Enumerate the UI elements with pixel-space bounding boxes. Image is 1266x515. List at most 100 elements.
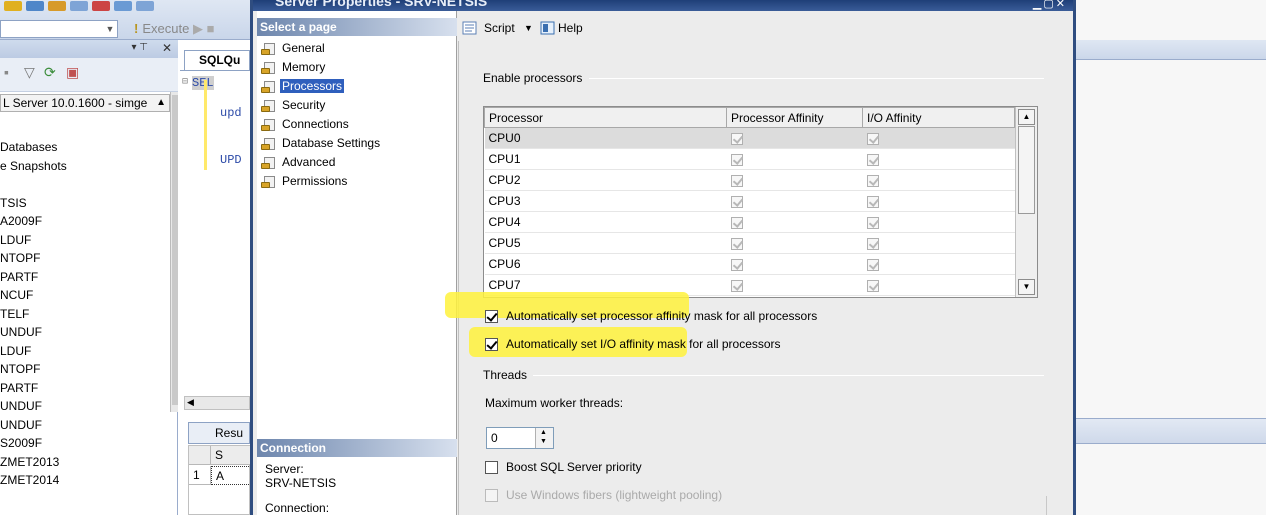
io-affinity-cell[interactable] bbox=[862, 211, 1015, 233]
processor-row[interactable]: CPU4 bbox=[484, 211, 1015, 233]
spinner-buttons[interactable]: ▲ ▼ bbox=[535, 428, 553, 448]
page-item-security[interactable]: Security bbox=[261, 96, 327, 114]
report-icon[interactable] bbox=[136, 1, 154, 11]
page-item-database-settings[interactable]: Database Settings bbox=[261, 134, 382, 152]
io-affinity-checkbox[interactable] bbox=[866, 132, 879, 145]
window-controls[interactable]: ▁▢✕ bbox=[1033, 0, 1067, 10]
page-item-advanced[interactable]: Advanced bbox=[261, 153, 337, 171]
io-affinity-cell[interactable] bbox=[862, 169, 1015, 191]
scrollbar-thumb[interactable] bbox=[172, 95, 178, 405]
boost-priority-option[interactable]: Boost SQL Server priority bbox=[485, 459, 642, 475]
server-node[interactable]: L Server 10.0.1600 - simge ▲ bbox=[0, 94, 170, 112]
column-header[interactable]: Processor Affinity bbox=[726, 107, 863, 128]
tree-node[interactable]: PARTF bbox=[0, 379, 170, 397]
processor-affinity-checkbox[interactable] bbox=[730, 174, 743, 187]
scrollbar-thumb[interactable] bbox=[1018, 126, 1035, 214]
save-icon[interactable] bbox=[70, 1, 88, 11]
tree-node[interactable]: LDUF bbox=[0, 231, 170, 249]
column-header[interactable]: Processor bbox=[484, 107, 727, 128]
processor-affinity-checkbox[interactable] bbox=[730, 237, 743, 250]
processor-affinity-checkbox[interactable] bbox=[730, 195, 743, 208]
results-tab[interactable]: Resu bbox=[188, 422, 250, 444]
processor-row[interactable]: CPU3 bbox=[484, 190, 1015, 212]
page-item-processors[interactable]: Processors bbox=[261, 77, 345, 95]
disconnect-icon[interactable]: ▪ bbox=[4, 64, 20, 80]
summary-icon[interactable]: ▣ bbox=[66, 64, 82, 80]
script-button[interactable]: Script bbox=[462, 19, 515, 37]
processor-affinity-cell[interactable] bbox=[726, 148, 863, 170]
scroll-up-icon[interactable]: ▲ bbox=[1018, 109, 1035, 125]
query-text[interactable]: SEL upd UPD ⊟ bbox=[180, 70, 250, 430]
processor-affinity-checkbox[interactable] bbox=[730, 279, 743, 292]
filter-icon[interactable]: ▽ bbox=[24, 64, 40, 80]
chevron-down-icon[interactable]: ▼ bbox=[524, 19, 533, 37]
scroll-down-icon[interactable]: ▼ bbox=[1018, 279, 1035, 295]
tree-node[interactable]: Databases bbox=[0, 138, 170, 156]
auto-io-affinity-checkbox[interactable] bbox=[485, 338, 498, 352]
page-item-general[interactable]: General bbox=[261, 39, 327, 57]
io-affinity-checkbox[interactable] bbox=[866, 237, 879, 250]
spin-down-icon[interactable]: ▼ bbox=[540, 438, 547, 445]
auto-processor-affinity-checkbox[interactable] bbox=[485, 310, 498, 324]
processor-affinity-cell[interactable] bbox=[726, 211, 863, 233]
query-tab[interactable]: SQLQu bbox=[184, 50, 250, 70]
processor-affinity-checkbox[interactable] bbox=[730, 258, 743, 271]
pin-icon[interactable]: ▾ ⊤ bbox=[131, 42, 148, 53]
tree-node[interactable]: S2009F bbox=[0, 434, 170, 452]
io-affinity-cell[interactable] bbox=[862, 127, 1015, 149]
processor-affinity-checkbox[interactable] bbox=[730, 132, 743, 145]
tree-node[interactable]: A2009F bbox=[0, 212, 170, 230]
tree-node[interactable]: LDUF bbox=[0, 342, 170, 360]
scroll-left-icon[interactable]: ◀ bbox=[187, 397, 194, 408]
processor-affinity-cell[interactable] bbox=[726, 127, 863, 149]
processor-affinity-cell[interactable] bbox=[726, 169, 863, 191]
processor-affinity-checkbox[interactable] bbox=[730, 216, 743, 229]
max-worker-threads-spinner[interactable]: 0 ▲ ▼ bbox=[486, 427, 554, 449]
processor-row[interactable]: CPU2 bbox=[484, 169, 1015, 191]
io-affinity-checkbox[interactable] bbox=[866, 258, 879, 271]
execute-button[interactable]: ! Execute ▶ ■ bbox=[134, 20, 214, 38]
boost-priority-checkbox[interactable] bbox=[485, 461, 498, 475]
io-affinity-checkbox[interactable] bbox=[866, 216, 879, 229]
tree-node[interactable] bbox=[0, 175, 170, 193]
processor-affinity-cell[interactable] bbox=[726, 232, 863, 254]
new-query-icon[interactable] bbox=[4, 1, 22, 11]
grid-column-header[interactable]: S bbox=[211, 446, 251, 465]
processor-row[interactable]: CPU0 bbox=[484, 127, 1015, 149]
grid-cell[interactable]: A bbox=[211, 466, 251, 485]
spin-up-icon[interactable]: ▲ bbox=[540, 429, 547, 436]
auto-io-affinity-option[interactable]: Automatically set I/O affinity mask for … bbox=[485, 336, 781, 352]
tree-node[interactable]: UNDUF bbox=[0, 397, 170, 415]
open-icon[interactable] bbox=[48, 1, 66, 11]
tree-node[interactable]: TSIS bbox=[0, 194, 170, 212]
page-item-permissions[interactable]: Permissions bbox=[261, 172, 349, 190]
io-affinity-cell[interactable] bbox=[862, 232, 1015, 254]
io-affinity-checkbox[interactable] bbox=[866, 153, 879, 166]
auto-processor-affinity-option[interactable]: Automatically set processor affinity mas… bbox=[485, 308, 817, 324]
tree-node[interactable]: NCUF bbox=[0, 286, 170, 304]
processor-row[interactable]: CPU1 bbox=[484, 148, 1015, 170]
io-affinity-cell[interactable] bbox=[862, 190, 1015, 212]
processor-affinity-cell[interactable] bbox=[726, 274, 863, 296]
chevron-down-icon[interactable]: ▼ bbox=[102, 20, 118, 38]
processor-row[interactable]: CPU6 bbox=[484, 253, 1015, 275]
processor-affinity-checkbox[interactable] bbox=[730, 153, 743, 166]
tree-node[interactable]: NTOPF bbox=[0, 249, 170, 267]
refresh-icon[interactable]: ⟳ bbox=[44, 64, 60, 80]
collapse-icon[interactable]: ⊟ bbox=[182, 76, 188, 88]
object-explorer-scrollbar[interactable] bbox=[170, 92, 178, 412]
scroll-up-icon[interactable]: ▲ bbox=[156, 95, 166, 111]
column-header[interactable]: I/O Affinity bbox=[862, 107, 1015, 128]
processor-row[interactable]: CPU5 bbox=[484, 232, 1015, 254]
io-affinity-checkbox[interactable] bbox=[866, 279, 879, 292]
max-worker-threads-value[interactable]: 0 bbox=[491, 431, 498, 445]
tree-node[interactable]: PARTF bbox=[0, 268, 170, 286]
database-selector[interactable] bbox=[0, 20, 118, 38]
window-icon[interactable] bbox=[114, 1, 132, 11]
page-item-memory[interactable]: Memory bbox=[261, 58, 327, 76]
tree-node[interactable]: NTOPF bbox=[0, 360, 170, 378]
activity-icon[interactable] bbox=[92, 1, 110, 11]
help-button[interactable]: Help bbox=[558, 19, 583, 37]
io-affinity-cell[interactable] bbox=[862, 274, 1015, 296]
close-icon[interactable]: ✕ bbox=[162, 41, 172, 55]
